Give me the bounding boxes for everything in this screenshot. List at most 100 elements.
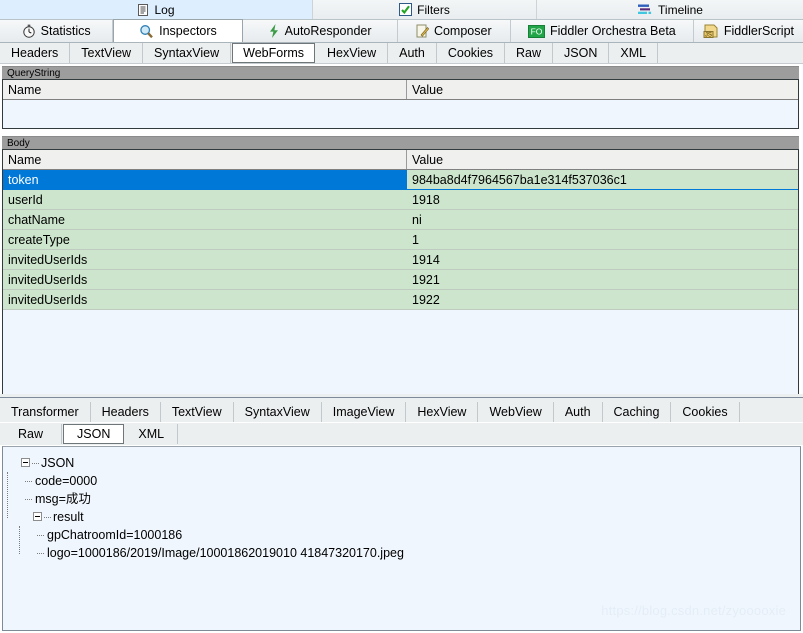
tree-node-msg[interactable]: msg=成功 [21, 490, 800, 508]
tab-res-json[interactable]: JSON [63, 424, 125, 444]
json-tree-pane[interactable]: JSON code=0000 msg=成功 result gpChatroomI… [2, 446, 801, 631]
table-row[interactable]: invitedUserIds 1914 [3, 250, 798, 270]
tab-fiddlerscript-label: FiddlerScript [723, 24, 794, 38]
tree-node-result[interactable]: result [21, 508, 800, 526]
tab-res-xml-label: XML [138, 427, 165, 441]
tab-timeline[interactable]: Timeline [537, 0, 803, 19]
tab-res-hexview[interactable]: HexView [406, 401, 479, 422]
tab-log-label: Log [154, 2, 175, 17]
tab-fiddlerscript[interactable]: JS FiddlerScript [693, 20, 803, 42]
top-tabstrip-row1: Log Filters Timeline [0, 0, 803, 19]
tab-res-webview[interactable]: WebView [478, 401, 554, 422]
tab-req-headers-label: Headers [11, 46, 59, 60]
tab-req-webforms[interactable]: WebForms [232, 43, 316, 63]
table-row[interactable]: userId 1918 [3, 190, 798, 210]
tab-log[interactable]: Log [0, 0, 313, 19]
request-inspector-tabstrip: Headers TextView SyntaxView WebForms Hex… [0, 43, 803, 64]
tree-node-code[interactable]: code=0000 [21, 472, 800, 490]
tab-filters[interactable]: Filters [313, 0, 537, 19]
tree-node-label: msg=成功 [35, 492, 91, 506]
tab-res-raw[interactable]: Raw [0, 424, 63, 444]
tab-req-hexview-label: HexView [327, 46, 377, 60]
svg-text:JS: JS [705, 32, 712, 38]
body-title: Body [2, 136, 799, 149]
tree-node-label: result [53, 510, 84, 524]
querystring-panel: QueryString Name Value [2, 66, 799, 129]
tab-res-auth[interactable]: Auth [554, 401, 603, 422]
tree-node-label: gpChatroomId=1000186 [47, 528, 183, 542]
body-row-value: 1 [412, 232, 419, 247]
tab-req-xml[interactable]: XML [609, 43, 659, 63]
body-col-value[interactable]: Value [407, 150, 798, 169]
tab-req-auth[interactable]: Auth [388, 43, 437, 63]
tab-res-headers[interactable]: Headers [91, 401, 161, 422]
body-grid-empty-area[interactable] [3, 310, 798, 398]
timeline-icon [637, 3, 653, 16]
tree-node-label: code=0000 [35, 474, 98, 488]
tab-res-caching[interactable]: Caching [603, 401, 672, 422]
tab-res-imageview[interactable]: ImageView [322, 401, 407, 422]
table-row[interactable]: invitedUserIds 1922 [3, 290, 798, 310]
body-row-name: token [8, 172, 39, 187]
tree-node-root[interactable]: JSON [21, 454, 800, 472]
tab-res-cookies[interactable]: Cookies [671, 401, 740, 422]
svg-text:FO: FO [531, 26, 543, 36]
tab-res-cookies-label: Cookies [682, 404, 728, 419]
tree-dash [37, 535, 44, 536]
tab-res-webview-label: WebView [489, 404, 542, 419]
js-script-icon: JS [703, 24, 719, 38]
tree-node-gpchatroomid[interactable]: gpChatroomId=1000186 [21, 526, 800, 544]
json-tree: JSON code=0000 msg=成功 result gpChatroomI… [3, 447, 800, 562]
tab-statistics-label: Statistics [40, 24, 91, 38]
tab-req-syntaxview[interactable]: SyntaxView [143, 43, 232, 63]
tab-req-hexview[interactable]: HexView [316, 43, 389, 63]
body-row-value: 1921 [412, 272, 440, 287]
tab-filters-label: Filters [417, 2, 450, 17]
querystring-title: QueryString [2, 66, 799, 79]
tab-res-json-label: JSON [77, 427, 111, 441]
tab-req-xml-label: XML [620, 46, 647, 60]
tab-res-hexview-label: HexView [417, 404, 467, 419]
tab-req-headers[interactable]: Headers [0, 43, 71, 63]
table-row[interactable]: createType 1 [3, 230, 798, 250]
tab-composer[interactable]: Composer [397, 20, 511, 42]
tab-fiddler-orchestra-beta[interactable]: FO Fiddler Orchestra Beta [510, 20, 694, 42]
tab-autoresponder[interactable]: AutoResponder [242, 20, 398, 42]
collapse-toggle-icon[interactable] [33, 512, 42, 521]
top-tabstrip-row2: Statistics Inspectors AutoResponder Comp… [0, 19, 803, 43]
filters-checkbox-icon [399, 3, 413, 16]
request-response-splitter[interactable] [0, 394, 803, 401]
tab-req-cookies[interactable]: Cookies [437, 43, 506, 63]
querystring-grid[interactable]: Name Value [2, 79, 799, 129]
body-panel: Body Name Value token 984ba8d4f7964567ba… [2, 136, 799, 399]
tab-res-headers-label: Headers [101, 404, 149, 419]
tab-res-textview-label: TextView [171, 404, 222, 419]
tree-connector [19, 526, 20, 554]
compose-pencil-icon [416, 24, 430, 38]
tab-req-textview[interactable]: TextView [70, 43, 144, 63]
tab-res-textview[interactable]: TextView [161, 401, 234, 422]
tab-req-json[interactable]: JSON [553, 43, 610, 63]
collapse-toggle-icon[interactable] [21, 458, 30, 467]
tab-req-json-label: JSON [564, 46, 598, 60]
body-grid[interactable]: Name Value token 984ba8d4f7964567ba1e314… [2, 149, 799, 399]
body-header-row: Name Value [3, 150, 798, 170]
table-row[interactable]: chatName ni [3, 210, 798, 230]
tree-dash [44, 517, 51, 518]
table-row[interactable]: token 984ba8d4f7964567ba1e314f537036c1 [3, 170, 798, 190]
tab-composer-label: Composer [433, 24, 492, 38]
tree-dash [37, 553, 44, 554]
body-col-name[interactable]: Name [3, 150, 407, 169]
tab-inspectors[interactable]: Inspectors [113, 19, 243, 42]
tab-res-transformer[interactable]: Transformer [0, 401, 91, 422]
tree-node-logo[interactable]: logo=1000186/2019/Image/10001862019010 4… [21, 544, 800, 562]
tab-res-syntaxview[interactable]: SyntaxView [234, 401, 322, 422]
tab-statistics[interactable]: Statistics [0, 20, 114, 42]
tab-req-raw[interactable]: Raw [505, 43, 554, 63]
querystring-col-value[interactable]: Value [407, 80, 798, 99]
table-row[interactable]: invitedUserIds 1921 [3, 270, 798, 290]
tab-autoresponder-label: AutoResponder [284, 24, 372, 38]
body-row-name: invitedUserIds [8, 252, 88, 267]
tab-res-xml[interactable]: XML [125, 424, 179, 444]
querystring-col-name[interactable]: Name [3, 80, 407, 99]
